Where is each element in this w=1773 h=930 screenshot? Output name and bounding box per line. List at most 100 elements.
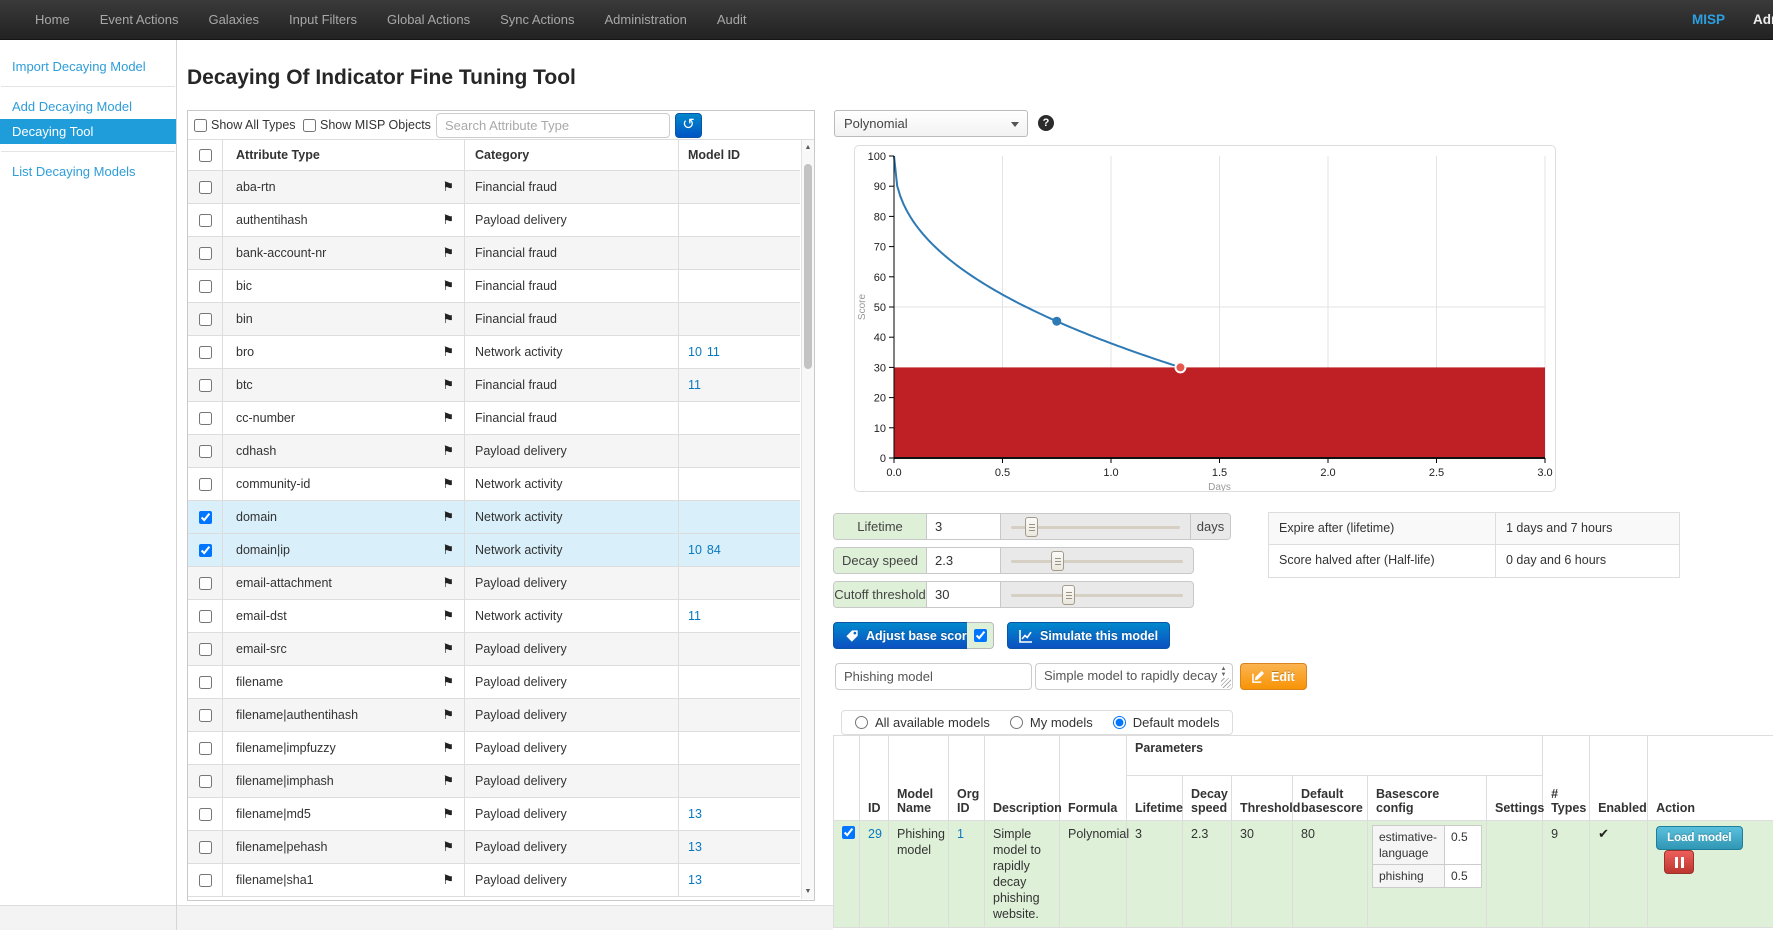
misp-brand-link[interactable]: MISP xyxy=(1692,12,1725,27)
attribute-row-checkbox[interactable] xyxy=(199,742,212,755)
flag-icon[interactable]: ⚑ xyxy=(442,699,454,731)
sidebar-item-add-decaying-model[interactable]: Add Decaying Model xyxy=(0,94,176,119)
flag-icon[interactable]: ⚑ xyxy=(442,303,454,335)
attribute-row-checkbox[interactable] xyxy=(199,445,212,458)
flag-icon[interactable]: ⚑ xyxy=(442,336,454,368)
slider-lifetime[interactable] xyxy=(1001,514,1190,539)
radio-default-models[interactable] xyxy=(1113,716,1126,729)
attribute-row-checkbox[interactable] xyxy=(199,313,212,326)
flag-icon[interactable]: ⚑ xyxy=(442,270,454,302)
flag-icon[interactable]: ⚑ xyxy=(442,402,454,434)
resize-grip-icon[interactable] xyxy=(1221,678,1231,688)
model-id-link[interactable]: 11 xyxy=(688,609,701,623)
select-all-checkbox[interactable] xyxy=(199,149,212,162)
nav-item-event-actions[interactable]: Event Actions xyxy=(85,12,194,27)
attribute-row-checkbox[interactable] xyxy=(199,511,212,524)
flag-icon[interactable]: ⚑ xyxy=(442,798,454,830)
model-id-link[interactable]: 13 xyxy=(688,873,702,887)
slider-cutoff-threshold[interactable] xyxy=(1001,582,1193,607)
edit-model-button[interactable]: Edit xyxy=(1240,663,1307,690)
slider-value-input-decay-speed[interactable] xyxy=(927,548,1001,573)
load-model-button[interactable]: Load model xyxy=(1656,826,1743,850)
flag-icon[interactable]: ⚑ xyxy=(442,732,454,764)
flag-icon[interactable]: ⚑ xyxy=(442,765,454,797)
flag-icon[interactable]: ⚑ xyxy=(442,435,454,467)
model-id-link[interactable]: 11 xyxy=(688,378,701,392)
adjust-base-score-checkbox[interactable] xyxy=(974,629,987,642)
model-id-link[interactable]: 13 xyxy=(688,840,702,854)
flag-icon[interactable]: ⚑ xyxy=(442,501,454,533)
nav-item-sync-actions[interactable]: Sync Actions xyxy=(485,12,589,27)
attribute-row-checkbox[interactable] xyxy=(199,214,212,227)
model-row-checkbox[interactable] xyxy=(842,826,855,839)
attribute-row-checkbox[interactable] xyxy=(199,709,212,722)
slider-decay-speed[interactable] xyxy=(1001,548,1193,573)
flag-icon[interactable]: ⚑ xyxy=(442,237,454,269)
scrollbar-thumb[interactable] xyxy=(804,164,812,369)
flag-icon[interactable]: ⚑ xyxy=(442,171,454,203)
model-id-link[interactable]: 29 xyxy=(868,827,882,841)
model-id-link[interactable]: 13 xyxy=(688,807,702,821)
attribute-row-checkbox[interactable] xyxy=(199,577,212,590)
model-id-link[interactable]: 10 xyxy=(688,543,702,557)
slider-thumb[interactable] xyxy=(1062,585,1075,605)
disable-model-button[interactable] xyxy=(1664,850,1694,874)
user-menu-link[interactable]: Admin xyxy=(1753,12,1773,27)
model-description-textarea[interactable]: Simple model to rapidly decay ▲▼ xyxy=(1035,663,1233,690)
attribute-table-scrollbar[interactable]: ▲ ▼ xyxy=(801,140,814,899)
slider-thumb[interactable] xyxy=(1025,517,1038,537)
model-id-link[interactable]: 10 xyxy=(688,345,702,359)
attribute-row-checkbox[interactable] xyxy=(199,478,212,491)
attribute-row-checkbox[interactable] xyxy=(199,280,212,293)
search-attribute-input[interactable] xyxy=(436,113,670,138)
nav-item-audit[interactable]: Audit xyxy=(702,12,762,27)
sidebar-item-import-decaying-model[interactable]: Import Decaying Model xyxy=(0,54,176,79)
attribute-row-checkbox[interactable] xyxy=(199,379,212,392)
model-filter-all-available-models[interactable]: All available models xyxy=(855,715,990,730)
attribute-row-checkbox[interactable] xyxy=(199,874,212,887)
flag-icon[interactable]: ⚑ xyxy=(442,831,454,863)
model-filter-my-models[interactable]: My models xyxy=(1010,715,1093,730)
sidebar-item-decaying-tool[interactable]: Decaying Tool xyxy=(0,119,176,144)
attribute-row-checkbox[interactable] xyxy=(199,544,212,557)
slider-value-input-cutoff-threshold[interactable] xyxy=(927,582,1001,607)
attribute-row-checkbox[interactable] xyxy=(199,676,212,689)
spinner-arrows-icon[interactable]: ▲▼ xyxy=(1217,666,1230,678)
attribute-row-checkbox[interactable] xyxy=(199,346,212,359)
slider-value-input-lifetime[interactable] xyxy=(927,514,1001,539)
flag-icon[interactable]: ⚑ xyxy=(442,633,454,665)
show-all-types-checkbox[interactable] xyxy=(194,119,207,132)
help-icon[interactable]: ? xyxy=(1038,115,1054,131)
flag-icon[interactable]: ⚑ xyxy=(442,600,454,632)
scrollbar-up-arrow[interactable]: ▲ xyxy=(802,141,814,154)
adjust-base-score-button[interactable]: Adjust base score xyxy=(833,622,986,649)
flag-icon[interactable]: ⚑ xyxy=(442,534,454,566)
attribute-row-checkbox[interactable] xyxy=(199,181,212,194)
simulate-model-button[interactable]: Simulate this model xyxy=(1007,622,1170,649)
attribute-row-checkbox[interactable] xyxy=(199,247,212,260)
flag-icon[interactable]: ⚑ xyxy=(442,468,454,500)
model-id-link[interactable]: 84 xyxy=(707,543,721,557)
attribute-row-checkbox[interactable] xyxy=(199,643,212,656)
nav-item-input-filters[interactable]: Input Filters xyxy=(274,12,372,27)
flag-icon[interactable]: ⚑ xyxy=(442,204,454,236)
attribute-row-checkbox[interactable] xyxy=(199,808,212,821)
model-name-input[interactable] xyxy=(835,663,1032,690)
slider-track[interactable] xyxy=(1011,560,1183,563)
refresh-history-button[interactable]: ↺ xyxy=(675,113,702,138)
nav-item-administration[interactable]: Administration xyxy=(590,12,702,27)
sidebar-item-list-decaying-models[interactable]: List Decaying Models xyxy=(0,159,176,184)
radio-my-models[interactable] xyxy=(1010,716,1023,729)
flag-icon[interactable]: ⚑ xyxy=(442,567,454,599)
radio-all-available-models[interactable] xyxy=(855,716,868,729)
attribute-row-checkbox[interactable] xyxy=(199,841,212,854)
slider-track[interactable] xyxy=(1011,594,1183,597)
show-all-types-label[interactable]: Show All Types xyxy=(211,118,296,132)
show-misp-objects-checkbox[interactable] xyxy=(303,119,316,132)
attribute-row-checkbox[interactable] xyxy=(199,610,212,623)
model-id-link[interactable]: 11 xyxy=(707,345,720,359)
flag-icon[interactable]: ⚑ xyxy=(442,666,454,698)
attribute-row-checkbox[interactable] xyxy=(199,775,212,788)
scrollbar-down-arrow[interactable]: ▼ xyxy=(802,885,814,898)
show-misp-objects-label[interactable]: Show MISP Objects xyxy=(320,118,431,132)
